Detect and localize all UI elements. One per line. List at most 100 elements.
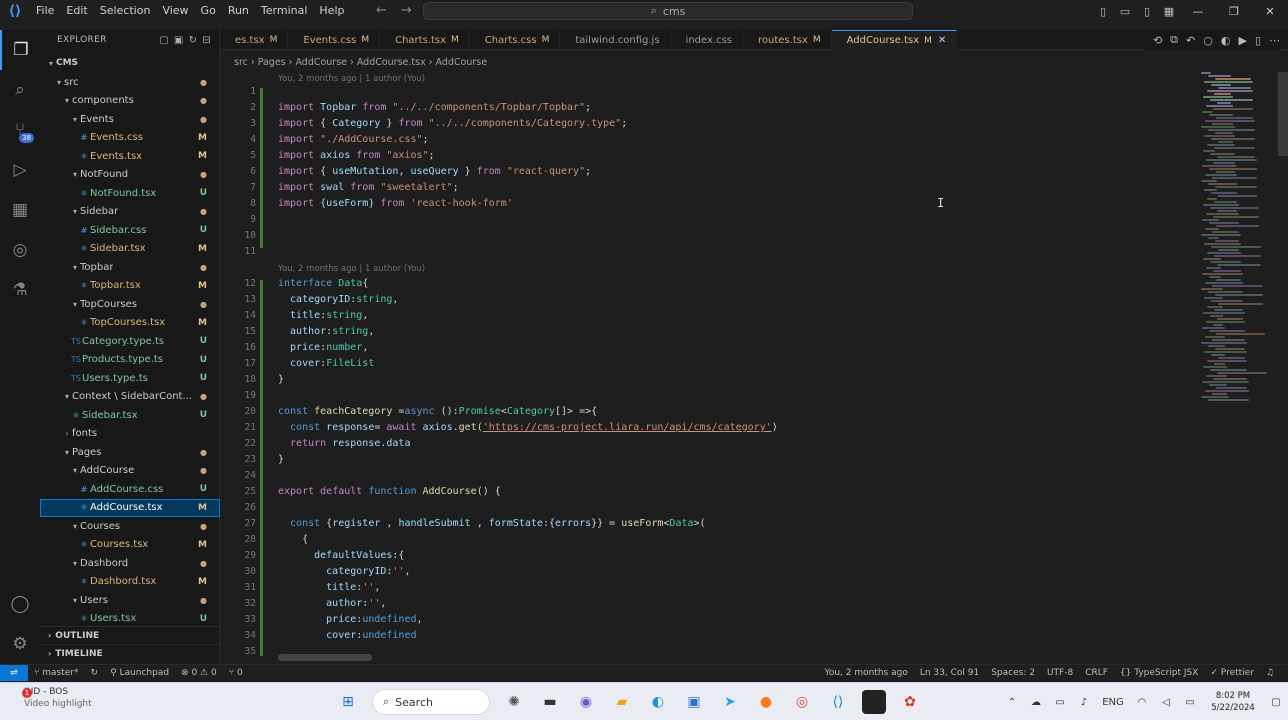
- tree-file[interactable]: TS Category.type.ts U: [40, 332, 220, 351]
- sync-icon[interactable]: ↻: [85, 668, 105, 678]
- notifications-icon[interactable]: ▢: [1264, 697, 1288, 708]
- breadcrumb-item[interactable]: src: [234, 57, 248, 68]
- timeline-section[interactable]: › TIMELINE: [40, 644, 220, 662]
- split-editor-icon[interactable]: ▯: [1255, 34, 1261, 47]
- timeline-history-icon[interactable]: ⟲: [1153, 34, 1162, 47]
- tree-file[interactable]: ⚛ Sidebar.tsx M: [40, 240, 220, 259]
- clock[interactable]: 8:02 PM 5/22/2024: [1202, 690, 1264, 714]
- status-item[interactable]: CRLF: [1079, 668, 1114, 678]
- menu-edit[interactable]: Edit: [60, 0, 93, 22]
- microphone-icon[interactable]: ♪: [1072, 697, 1096, 708]
- account-icon[interactable]: ◯: [0, 584, 40, 624]
- remote-explorer-icon[interactable]: ◎: [0, 230, 40, 270]
- tree-folder[interactable]: ▾ Dashbord ●: [40, 554, 220, 573]
- forward-arrow-icon[interactable]: →: [401, 0, 412, 22]
- tree-file[interactable]: ⚛ Courses.tsx M: [40, 536, 220, 555]
- outline-section[interactable]: › OUTLINE: [40, 626, 220, 644]
- volume-icon[interactable]: ◁: [1154, 697, 1178, 708]
- explorer-icon[interactable]: ❐: [0, 30, 40, 70]
- battery-icon[interactable]: ▭: [1178, 697, 1202, 708]
- chat-icon[interactable]: ◉: [574, 690, 598, 714]
- extensions-icon[interactable]: ▦: [0, 190, 40, 230]
- vertical-scrollbar[interactable]: [1278, 72, 1288, 156]
- tab-charts-tsx[interactable]: Charts.tsx M: [380, 30, 470, 50]
- tree-file[interactable]: ⚛ NotFound.tsx U: [40, 184, 220, 203]
- testing-icon[interactable]: ⚗: [0, 270, 40, 310]
- file-explorer-icon[interactable]: ▰: [610, 690, 634, 714]
- revert-icon[interactable]: ↶: [1186, 34, 1195, 47]
- chevron-up-icon[interactable]: ⌃: [1000, 697, 1024, 708]
- tree-folder[interactable]: ▾ Sidebar ●: [40, 203, 220, 222]
- minimize-button[interactable]: —: [1180, 5, 1216, 18]
- menu-selection[interactable]: Selection: [94, 0, 157, 22]
- tree-file[interactable]: ⚛ Dashbord.tsx M: [40, 573, 220, 592]
- tab-charts-css[interactable]: Charts.css M: [470, 30, 561, 50]
- menu-view[interactable]: View: [156, 0, 194, 22]
- customize-layout-icon[interactable]: ▦: [1158, 5, 1180, 18]
- tree-folder[interactable]: ▾ Courses ●: [40, 517, 220, 536]
- language-indicator[interactable]: ENG: [1096, 697, 1130, 708]
- tree-file[interactable]: ⚛ TopCourses.tsx M: [40, 314, 220, 333]
- breadcrumb-item[interactable]: AddCourse.tsx: [357, 57, 426, 68]
- taskbar-search[interactable]: ⌕ Search: [372, 689, 490, 715]
- jetbrains-icon[interactable]: [862, 690, 886, 714]
- breadcrumb-item[interactable]: Pages: [258, 57, 286, 68]
- minimap[interactable]: [1197, 72, 1277, 412]
- menu-run[interactable]: Run: [222, 0, 255, 22]
- tab-addcourse-tsx[interactable]: AddCourse.tsx M ✕: [831, 30, 958, 50]
- chrome-icon[interactable]: ◎: [790, 690, 814, 714]
- more-actions-icon[interactable]: ⋯: [1269, 34, 1280, 47]
- status-item[interactable]: Ln 33, Col 91: [914, 668, 985, 678]
- tree-file[interactable]: # AddCourse.css U: [40, 480, 220, 499]
- tree-folder[interactable]: ▾ TopCourses ●: [40, 295, 220, 314]
- tab-es-tsx[interactable]: es.tsx M: [220, 30, 289, 50]
- run-code-icon[interactable]: ▶: [1238, 34, 1246, 47]
- status-item[interactable]: You, 2 months ago: [819, 668, 914, 678]
- new-folder-icon[interactable]: ▣: [174, 35, 184, 46]
- status-item[interactable]: Spaces: 2: [985, 668, 1041, 678]
- status-item[interactable]: {} TypeScript JSX: [1114, 668, 1204, 678]
- tree-folder[interactable]: ▾ Users ●: [40, 591, 220, 610]
- tab-index-css[interactable]: index.css: [671, 30, 744, 50]
- tree-folder[interactable]: ▾ components ●: [40, 92, 220, 111]
- tree-folder[interactable]: ▾ NotFound ●: [40, 166, 220, 185]
- code-editor[interactable]: You, 2 months ago | 1 author (You) You, …: [220, 72, 1195, 656]
- maximize-button[interactable]: ❐: [1216, 5, 1252, 18]
- edge-icon[interactable]: ◐: [646, 690, 670, 714]
- tree-file[interactable]: TS Users.type.ts U: [40, 369, 220, 388]
- tree-folder[interactable]: ▾ Events ●: [40, 110, 220, 129]
- menu-file[interactable]: File: [30, 0, 60, 22]
- tree-root-cms[interactable]: ▾ CMS: [40, 54, 220, 73]
- horizontal-scrollbar[interactable]: [278, 654, 372, 661]
- status-item[interactable]: UTF-8: [1041, 668, 1079, 678]
- tree-file[interactable]: ⚛ Sidebar.tsx U: [40, 406, 220, 425]
- run-debug-icon[interactable]: ▷: [0, 150, 40, 190]
- manage-gear-icon[interactable]: ⚙: [0, 624, 40, 664]
- problems-indicator[interactable]: ⊗ 0 ⚠ 0: [175, 668, 223, 678]
- tab-tailwind-config-js[interactable]: tailwind.config.js: [560, 30, 671, 50]
- vscode-taskbar-icon[interactable]: ⟨⟩: [826, 690, 850, 714]
- tree-file[interactable]: ⚛ AddCourse.tsx M: [40, 498, 220, 517]
- close-tab-icon[interactable]: ✕: [938, 35, 946, 46]
- task-view-icon[interactable]: ▬: [538, 690, 562, 714]
- tab-routes-tsx[interactable]: routes.tsx M: [743, 30, 832, 50]
- command-center[interactable]: ⌕ cms: [423, 2, 913, 20]
- launchpad-item[interactable]: ⚲ Launchpad: [104, 668, 175, 678]
- tree-file[interactable]: TS Products.type.ts U: [40, 351, 220, 370]
- tree-folder[interactable]: ▾ Context \ SidebarCont... ●: [40, 388, 220, 407]
- search-icon[interactable]: ⌕: [0, 70, 40, 110]
- ports-indicator[interactable]: ⑂ 0: [223, 668, 249, 678]
- tray-app-icon[interactable]: ☁: [1024, 697, 1048, 708]
- notifications-bell-icon[interactable]: ♫: [1260, 668, 1280, 678]
- close-window-button[interactable]: ✕: [1252, 5, 1288, 18]
- tree-file[interactable]: # Sidebar.css U: [40, 221, 220, 240]
- copilot-icon[interactable]: ✺: [502, 690, 526, 714]
- menu-terminal[interactable]: Terminal: [255, 0, 314, 22]
- tree-folder[interactable]: › fonts: [40, 425, 220, 444]
- status-item[interactable]: ✓ Prettier: [1204, 668, 1260, 678]
- firefox-icon[interactable]: ●: [754, 690, 778, 714]
- layout-sidebar-left-icon[interactable]: ▯: [1092, 5, 1114, 18]
- open-changes-icon[interactable]: ◐: [1221, 34, 1231, 47]
- tree-file[interactable]: ⚛ Topbar.tsx M: [40, 277, 220, 296]
- menu-help[interactable]: Help: [313, 0, 350, 22]
